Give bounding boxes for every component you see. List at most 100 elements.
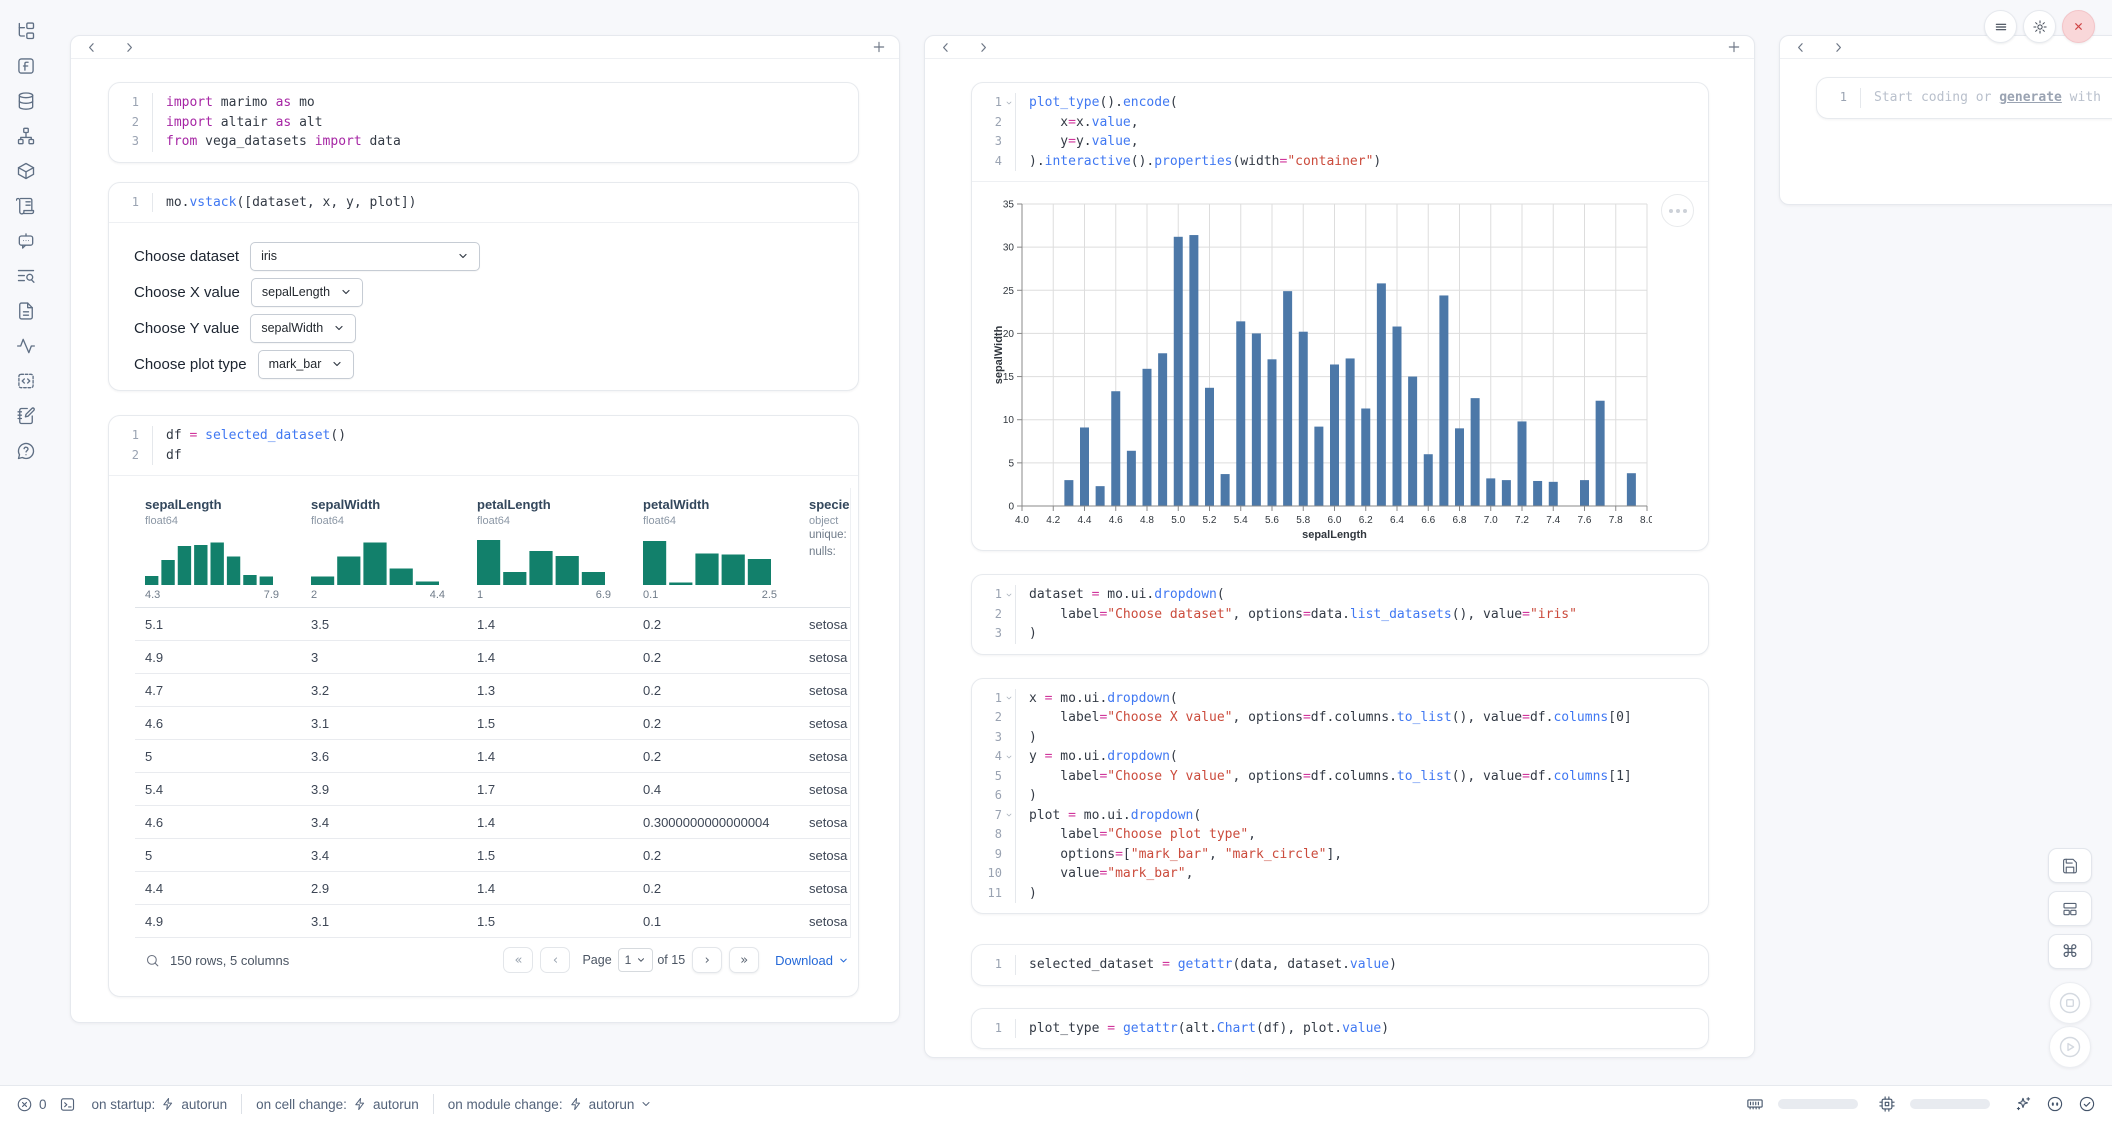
column-header-petalWidth[interactable]: petalWidthfloat640.12.5 xyxy=(633,488,799,607)
code-editor[interactable]: 1mo.vstack([dataset, x, y, plot]) xyxy=(109,183,858,223)
sparkles-icon[interactable] xyxy=(2014,1095,2032,1113)
altair-bar-chart[interactable]: 4.04.24.44.64.85.05.25.45.65.86.06.26.46… xyxy=(992,196,1652,544)
sidebar-item-script[interactable] xyxy=(8,188,44,223)
generate-link[interactable]: generate xyxy=(1999,90,2062,105)
prev-page-button[interactable]: ‹ xyxy=(540,947,570,973)
save-button[interactable] xyxy=(2048,848,2092,883)
table-row[interactable]: 5.43.91.70.4setosa xyxy=(135,773,850,806)
code-text: label="Choose dataset", options=data.lis… xyxy=(1016,605,1577,625)
table-row[interactable]: 4.63.11.50.2setosa xyxy=(135,707,850,740)
sidebar-item-database[interactable] xyxy=(8,83,44,118)
autorun-item[interactable]: on startup:autorun xyxy=(92,1097,228,1112)
selected-dataset-cell[interactable]: 1selected_dataset = getattr(data, datase… xyxy=(971,944,1709,986)
code-editor[interactable]: 1dataset = mo.ui.dropdown(2 label="Choos… xyxy=(972,575,1708,654)
code-editor[interactable]: 1plot_type = getattr(alt.Chart(df), plot… xyxy=(972,1009,1708,1049)
table-row[interactable]: 4.93.11.50.1setosa xyxy=(135,905,850,938)
keyboard-shortcuts-button[interactable]: ⌘ xyxy=(2048,934,2092,969)
chevron-left-icon[interactable] xyxy=(84,40,99,55)
run-button[interactable] xyxy=(2049,1026,2091,1068)
code-placeholder[interactable]: Start coding or generate with xyxy=(1861,88,2101,108)
table-row[interactable]: 53.41.50.2setosa xyxy=(135,839,850,872)
plot-type-cell[interactable]: 1plot_type = getattr(alt.Chart(df), plot… xyxy=(971,1008,1709,1050)
code-editor[interactable]: 1x = mo.ui.dropdown(2 label="Choose X va… xyxy=(972,679,1708,914)
table-cell: 5.1 xyxy=(135,617,301,632)
chevron-right-icon[interactable] xyxy=(122,40,137,55)
dropdown-select[interactable]: mark_bar xyxy=(258,350,355,379)
bar xyxy=(1439,295,1448,506)
autorun-item[interactable]: on module change:autorun xyxy=(448,1097,653,1112)
code-editor[interactable]: 1plot_type().encode(2 x=x.value,3 y=y.va… xyxy=(972,83,1708,181)
chevron-right-icon[interactable] xyxy=(1831,40,1846,55)
code-text: plot_type = getattr(alt.Chart(df), plot.… xyxy=(1016,1019,1389,1039)
dataframe-cell[interactable]: 1df = selected_dataset()2df sepalLengthfl… xyxy=(108,415,859,997)
last-page-button[interactable]: » xyxy=(729,947,759,973)
chevron-left-icon[interactable] xyxy=(938,40,953,55)
code-text: ) xyxy=(1016,624,1037,644)
page-select[interactable]: 1 xyxy=(618,948,654,972)
packages-icon xyxy=(16,161,36,181)
download-label: Download xyxy=(775,953,833,968)
dropdown-select[interactable]: sepalLength xyxy=(251,278,363,307)
svg-text:7.2: 7.2 xyxy=(1515,515,1529,526)
copilot-icon[interactable] xyxy=(2046,1095,2064,1113)
empty-code-cell[interactable]: 1 Start coding or generate with xyxy=(1816,77,2112,119)
table-cell: 1.4 xyxy=(467,815,633,830)
layout-button[interactable] xyxy=(2048,891,2092,926)
bar xyxy=(1361,408,1370,506)
sidebar-item-scratchpad[interactable] xyxy=(8,398,44,433)
menu-button[interactable] xyxy=(1984,10,2017,43)
chevron-right-icon[interactable] xyxy=(976,40,991,55)
code-text: value="mark_bar", xyxy=(1016,864,1193,884)
sidebar-item-dependency-graph[interactable] xyxy=(8,118,44,153)
table-row[interactable]: 4.73.21.30.2setosa xyxy=(135,674,850,707)
autorun-item[interactable]: on cell change:autorun xyxy=(256,1097,419,1112)
column-header-species[interactable]: speciesobjectunique:nulls: xyxy=(799,488,850,607)
table-row[interactable]: 4.42.91.40.2setosa xyxy=(135,872,850,905)
add-cell-icon[interactable] xyxy=(1726,39,1742,60)
add-cell-icon[interactable] xyxy=(871,39,887,60)
sidebar-item-tracing[interactable] xyxy=(8,328,44,363)
first-page-button[interactable]: « xyxy=(503,947,533,973)
table-row[interactable]: 4.931.40.2setosa xyxy=(135,641,850,674)
sparkles-icon xyxy=(2014,1095,2032,1113)
column-header-petalLength[interactable]: petalLengthfloat6416.9 xyxy=(467,488,633,607)
code-editor[interactable]: 1import marimo as mo2import altair as al… xyxy=(109,83,858,162)
code-editor[interactable]: 1df = selected_dataset()2df xyxy=(109,416,858,475)
sidebar-item-snippets[interactable] xyxy=(8,363,44,398)
xy-plot-dropdowns-cell[interactable]: 1x = mo.ui.dropdown(2 label="Choose X va… xyxy=(971,678,1709,915)
vstack-cell[interactable]: 1mo.vstack([dataset, x, y, plot])Choose … xyxy=(108,182,859,392)
column-header-sepalLength[interactable]: sepalLengthfloat644.37.9 xyxy=(135,488,301,607)
check-circle-icon[interactable] xyxy=(2078,1095,2096,1113)
table-row[interactable]: 53.61.40.2setosa xyxy=(135,740,850,773)
code-editor[interactable]: 1selected_dataset = getattr(data, datase… xyxy=(972,945,1708,985)
settings-button[interactable] xyxy=(2023,10,2056,43)
dropdown-select[interactable]: sepalWidth xyxy=(250,314,356,343)
dataset-dropdown-cell[interactable]: 1dataset = mo.ui.dropdown(2 label="Choos… xyxy=(971,574,1709,655)
chart-actions-button[interactable] xyxy=(1661,194,1694,227)
plot-cell[interactable]: 1plot_type().encode(2 x=x.value,3 y=y.va… xyxy=(971,82,1709,551)
chevron-left-icon[interactable] xyxy=(1793,40,1808,55)
sidebar-item-ai-chat[interactable] xyxy=(8,223,44,258)
sidebar-item-file-tree[interactable] xyxy=(8,13,44,48)
fold-gutter xyxy=(1002,152,1016,172)
sidebar-item-help[interactable] xyxy=(8,433,44,468)
table-row[interactable]: 5.13.51.40.2setosa xyxy=(135,608,850,641)
sidebar-item-packages[interactable] xyxy=(8,153,44,188)
terminal-button[interactable] xyxy=(59,1096,76,1113)
column-header-sepalWidth[interactable]: sepalWidthfloat6424.4 xyxy=(301,488,467,607)
next-page-button[interactable]: › xyxy=(692,947,722,973)
sidebar-item-documentation[interactable] xyxy=(8,293,44,328)
svg-text:35: 35 xyxy=(1003,200,1015,211)
imports-cell[interactable]: 1import marimo as mo2import altair as al… xyxy=(108,82,859,163)
table-row[interactable]: 4.63.41.40.3000000000000004setosa xyxy=(135,806,850,839)
sidebar-item-functions[interactable] xyxy=(8,48,44,83)
dropdown-select[interactable]: iris xyxy=(250,242,480,271)
shutdown-button[interactable] xyxy=(2062,10,2095,43)
error-count-chip[interactable]: 0 xyxy=(16,1096,47,1113)
download-button[interactable]: Download xyxy=(775,953,849,968)
search-icon[interactable] xyxy=(145,953,160,968)
fold-gutter xyxy=(1002,624,1016,644)
sidebar-item-logs[interactable] xyxy=(8,258,44,293)
stop-button[interactable] xyxy=(2049,982,2091,1024)
table-cell: 4.4 xyxy=(135,881,301,896)
